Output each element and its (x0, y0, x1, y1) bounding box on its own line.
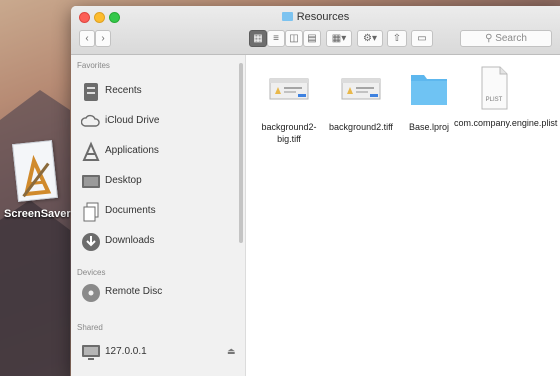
finder-window: Resources ‹ › ▦ ≡ ◫ ▤ ▦▾ ⚙▾ ⇧ ▭ ⚲ Search… (71, 6, 560, 376)
file-grid: background2-big.tiff background2.tiff Ba… (246, 55, 560, 376)
share-icon: ⇧ (392, 33, 402, 44)
tag-icon: ▭ (417, 33, 427, 44)
sidebar-item-remote-disc[interactable]: Remote Disc (81, 282, 241, 304)
sidebar-item-label: Desktop (105, 175, 142, 186)
sidebar-item-label: Remote Disc (105, 286, 163, 297)
plist-badge: PLIST (485, 97, 503, 103)
file-name: background2-big.tiff (261, 122, 317, 144)
sidebar-item-label: Recents (105, 85, 142, 96)
action-button[interactable]: ⚙▾ (357, 30, 383, 47)
plist-document-icon: PLIST (473, 65, 515, 111)
search-placeholder: Search (495, 33, 527, 44)
column-view-button[interactable]: ◫ (285, 30, 303, 47)
list-view-icon: ≡ (273, 33, 279, 44)
downloads-icon (82, 233, 100, 251)
sidebar: Favorites Recents iCloud Drive Applicati… (71, 55, 246, 376)
tags-button[interactable]: ▭ (411, 30, 433, 47)
forward-button[interactable]: › (95, 30, 111, 47)
tiff-image-icon (268, 69, 310, 107)
file-name: com.company.engine.plist (454, 118, 558, 128)
sidebar-section-favorites: Favorites (77, 61, 110, 70)
monitor-icon (82, 345, 100, 360)
sidebar-item-recents[interactable]: Recents (81, 81, 241, 103)
group-icon: ▦▾ (331, 33, 347, 44)
window-title: Resources (296, 11, 350, 23)
file-item[interactable]: background2-big.tiff (252, 69, 326, 145)
applications-icon (82, 141, 100, 161)
gallery-view-icon: ▤ (307, 33, 317, 44)
window-toolbar: Resources ‹ › ▦ ≡ ◫ ▤ ▦▾ ⚙▾ ⇧ ▭ ⚲ Search (71, 6, 560, 55)
desktop-icon-label: ScreenSaver (4, 208, 71, 220)
icon-view-icon: ▦ (253, 33, 263, 44)
chevron-left-icon: ‹ (85, 33, 89, 44)
gallery-view-button[interactable]: ▤ (303, 30, 321, 47)
cloud-icon (81, 114, 100, 127)
sidebar-item-label: iCloud Drive (105, 115, 160, 126)
sidebar-item-downloads[interactable]: Downloads (81, 231, 241, 253)
chevron-right-icon: › (101, 33, 105, 44)
file-item[interactable]: background2.tiff (324, 69, 398, 133)
sidebar-item-documents[interactable]: Documents (81, 201, 241, 223)
column-view-icon: ◫ (289, 33, 299, 44)
sidebar-item-desktop[interactable]: Desktop (81, 171, 241, 193)
sidebar-item-label: Applications (105, 145, 159, 156)
disc-icon (82, 284, 100, 302)
sidebar-item-shared-host[interactable]: 127.0.0.1 ⏏ (81, 342, 241, 364)
folder-icon (408, 69, 450, 107)
screensaver-file-icon (12, 140, 58, 202)
desktop-icon (82, 175, 100, 188)
desktop-file-screensaver[interactable]: ScreenSaver (4, 140, 71, 220)
gear-icon: ⚙▾ (363, 33, 377, 44)
window-title-area: Resources (71, 11, 560, 23)
sidebar-section-shared: Shared (77, 323, 103, 332)
file-item[interactable]: PLIST com.company.engine.plist (454, 65, 558, 129)
sidebar-scrollbar[interactable] (239, 63, 243, 243)
documents-icon (83, 202, 99, 222)
sidebar-section-devices: Devices (77, 268, 106, 277)
list-view-button[interactable]: ≡ (267, 30, 285, 47)
group-by-button[interactable]: ▦▾ (326, 30, 352, 47)
folder-icon (281, 12, 293, 21)
sidebar-item-label: Documents (105, 205, 156, 216)
sidebar-item-label: Downloads (105, 235, 155, 246)
search-icon: ⚲ (485, 33, 493, 44)
sidebar-item-label: 127.0.0.1 (105, 346, 147, 357)
back-button[interactable]: ‹ (79, 30, 95, 47)
sidebar-item-applications[interactable]: Applications (81, 141, 241, 163)
file-name: background2.tiff (329, 122, 393, 132)
share-button[interactable]: ⇧ (387, 30, 407, 47)
sidebar-item-icloud-drive[interactable]: iCloud Drive (81, 111, 241, 133)
recents-icon (84, 83, 98, 101)
icon-view-button[interactable]: ▦ (249, 30, 267, 47)
search-field[interactable]: ⚲ Search (460, 30, 552, 47)
tiff-image-icon (340, 69, 382, 107)
eject-icon[interactable]: ⏏ (227, 346, 236, 357)
